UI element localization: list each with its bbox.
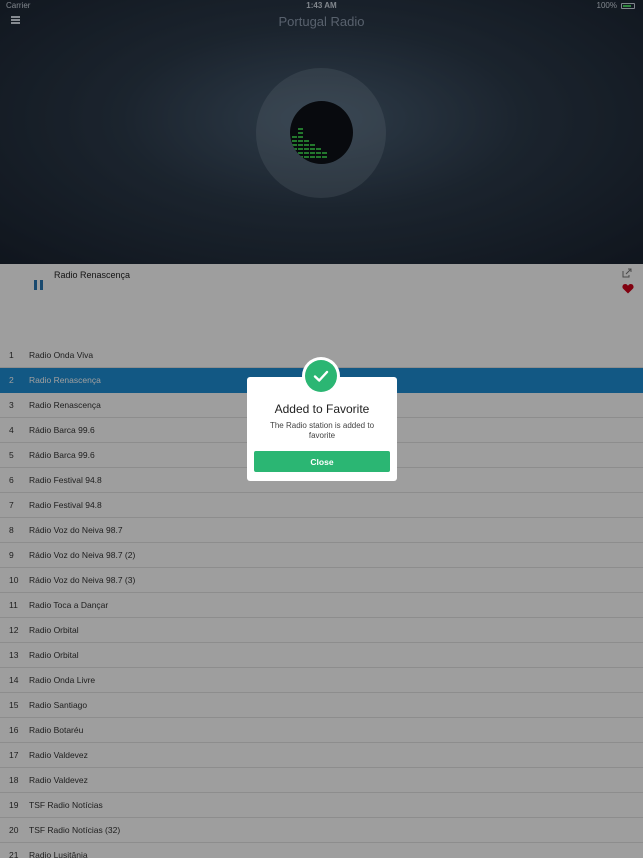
success-badge <box>302 357 340 395</box>
close-button[interactable]: Close <box>254 451 390 472</box>
dialog-message: The Radio station is added to favorite <box>269 421 375 440</box>
checkmark-icon <box>313 370 329 382</box>
dialog-title: Added to Favorite <box>274 402 370 416</box>
